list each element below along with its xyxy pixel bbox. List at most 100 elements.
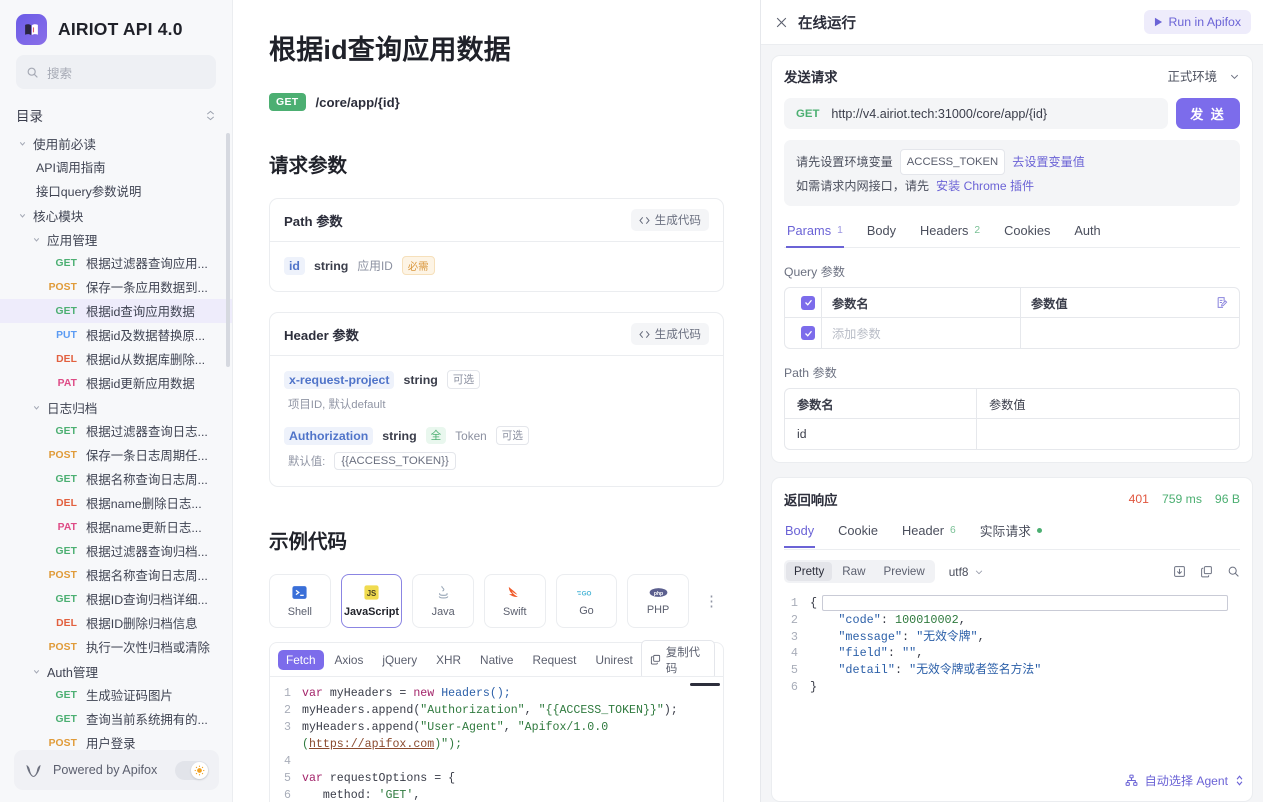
collapse-icon[interactable] <box>205 110 216 121</box>
copy-code-button[interactable]: 复制代码 <box>640 639 715 680</box>
sidebar-item-del-9[interactable]: DEL 根据id从数据库删除... <box>0 347 232 371</box>
language-tab-javascript[interactable]: JS JavaScript <box>340 574 403 628</box>
sidebar-item-del-20[interactable]: DEL 根据ID删除归档信息 <box>0 611 232 635</box>
url-input[interactable]: GET http://v4.airiot.tech:31000/core/app… <box>784 98 1168 129</box>
tab-Body[interactable]: Body <box>866 216 897 247</box>
agent-selector[interactable]: 自动选择 Agent <box>1116 767 1253 794</box>
sidebar-item-get-12[interactable]: GET 根据过滤器查询日志... <box>0 419 232 443</box>
tab-Cookies[interactable]: Cookies <box>1003 216 1051 247</box>
table-header-row: 参数名 参数值 <box>785 288 1239 318</box>
sidebar-item-API调用指南[interactable]: API调用指南 <box>0 155 232 179</box>
sidebar-item-get-23[interactable]: GET 生成验证码图片 <box>0 683 232 707</box>
sidebar-item-post-13[interactable]: POST 保存一条日志周期任... <box>0 443 232 467</box>
notice-prefix-1: 请先设置环境变量 <box>796 155 893 169</box>
encoding-select[interactable]: utf8 <box>949 565 985 579</box>
language-tab-shell[interactable]: Shell <box>269 574 331 628</box>
sidebar-item-get-14[interactable]: GET 根据名称查询日志周... <box>0 467 232 491</box>
response-tab-实际请求[interactable]: 实际请求 <box>979 514 1043 549</box>
request-tabs[interactable]: Params 1 Body Headers 2 Cookies Auth <box>784 216 1240 248</box>
sidebar-group-日志归档[interactable]: 日志归档 <box>0 395 232 419</box>
theme-toggle[interactable] <box>175 760 209 780</box>
save-icon[interactable] <box>1173 565 1186 578</box>
code-variant-native[interactable]: Native <box>472 650 521 670</box>
code-variant-xhr[interactable]: XHR <box>428 650 469 670</box>
format-raw[interactable]: Raw <box>834 562 873 581</box>
code-variant-unirest[interactable]: Unirest <box>587 650 640 670</box>
format-toggle-group[interactable]: Pretty Raw Preview <box>784 560 935 583</box>
sidebar-item-接口query参数说明[interactable]: 接口query参数说明 <box>0 179 232 203</box>
language-tab-go[interactable]: GO Go <box>555 574 618 628</box>
path-params-table[interactable]: 参数名 参数值 id <box>784 388 1240 450</box>
chevron-down-icon <box>974 567 984 577</box>
sidebar-item-get-19[interactable]: GET 根据ID查询归档详细... <box>0 587 232 611</box>
sidebar-item-get-17[interactable]: GET 根据过滤器查询归档... <box>0 539 232 563</box>
param-type: string <box>382 428 417 443</box>
response-tab-Header[interactable]: Header 6 <box>901 516 957 547</box>
tab-Auth[interactable]: Auth <box>1073 216 1101 247</box>
environment-select[interactable]: 正式环境 <box>1167 67 1240 85</box>
code-sample-block[interactable]: 1 var myHeaders = new Headers(); 2 myHeader… <box>269 676 724 802</box>
language-tab-php[interactable]: php PHP <box>627 574 689 628</box>
run-in-apifox-button[interactable]: Run in Apifox <box>1143 10 1251 34</box>
sidebar-item-pat-16[interactable]: PAT 根据name更新日志... <box>0 515 232 539</box>
copy-icon[interactable] <box>1200 565 1213 578</box>
tab-Params[interactable]: Params 1 <box>786 216 844 248</box>
sidebar-group-Auth管理[interactable]: Auth管理 <box>0 659 232 683</box>
close-icon[interactable] <box>775 16 788 29</box>
response-tab-Body[interactable]: Body <box>784 516 816 548</box>
code-variant-request[interactable]: Request <box>525 650 585 670</box>
code-scrollbar[interactable] <box>690 683 720 686</box>
set-variable-link[interactable]: 去设置变量值 <box>1012 151 1085 173</box>
sidebar-item-post-6[interactable]: POST 保存一条应用数据到... <box>0 275 232 299</box>
code-variant-fetch[interactable]: Fetch <box>278 649 324 670</box>
sidebar-group-应用管理[interactable]: 应用管理 <box>0 227 232 251</box>
code-variant-tabs[interactable]: Fetch Axios jQuery XHR Native Request Unirest <box>278 649 641 670</box>
format-pretty[interactable]: Pretty <box>786 562 833 581</box>
search-icon[interactable] <box>1227 565 1240 578</box>
powered-by-bar[interactable]: Powered by Apifox <box>14 750 219 790</box>
table-row[interactable]: 添加参数 <box>785 318 1239 348</box>
sidebar-item-post-18[interactable]: POST 根据名称查询日志周... <box>0 563 232 587</box>
row-checkbox[interactable] <box>801 326 815 340</box>
code-variant-axios[interactable]: Axios <box>327 650 372 670</box>
tab-label: Header <box>902 523 944 538</box>
format-preview[interactable]: Preview <box>875 562 932 581</box>
language-tab-swift[interactable]: Swift <box>483 574 546 628</box>
generate-code-button-path[interactable]: 生成代码 <box>630 209 709 231</box>
generate-code-button-header[interactable]: 生成代码 <box>630 323 709 345</box>
query-params-table[interactable]: 参数名 参数值 添加参数 <box>784 287 1240 349</box>
language-tabs[interactable]: Shell JS JavaScript Java Swift GO Go php PHP ⋮ <box>269 574 724 628</box>
sidebar-item-get-5[interactable]: GET 根据过滤器查询应用... <box>0 251 232 275</box>
param-name-input[interactable]: 添加参数 <box>821 318 1021 348</box>
code-line: 2 myHeaders.append("Authorization", "{{AC… <box>270 702 723 719</box>
language-tab-java[interactable]: Java <box>412 574 474 628</box>
sidebar-group-核心模块[interactable]: 核心模块 <box>0 203 232 227</box>
code-variant-jquery[interactable]: jQuery <box>374 650 425 670</box>
line-number: 4 <box>284 755 291 768</box>
param-value-input[interactable] <box>1021 318 1239 348</box>
sidebar-item-put-8[interactable]: PUT 根据id及数据替换原... <box>0 323 232 347</box>
response-tabs[interactable]: Body Cookie Header 6 实际请求 <box>784 514 1240 550</box>
send-button[interactable]: 发 送 <box>1176 98 1240 129</box>
table-row[interactable]: id <box>785 419 1239 449</box>
sidebar-item-get-7[interactable]: GET 根据id查询应用数据 <box>0 299 232 323</box>
sidebar-item-pat-10[interactable]: PAT 根据id更新应用数据 <box>0 371 232 395</box>
tab-badge: 2 <box>974 225 981 236</box>
install-chrome-plugin-link[interactable]: 安装 Chrome 插件 <box>936 175 1034 197</box>
sidebar-tree[interactable]: 使用前必读 API调用指南 接口query参数说明 核心模块 应用管理 GET 根据过滤器查… <box>0 131 232 802</box>
sidebar-scrollbar[interactable] <box>226 133 230 367</box>
response-tab-Cookie[interactable]: Cookie <box>837 516 879 547</box>
response-body-json[interactable]: 1{2 "code": 100010002, 3 "message": "无效令牌… <box>784 591 1240 789</box>
search-input[interactable]: 搜索 <box>16 55 216 89</box>
select-all-checkbox[interactable] <box>801 295 815 310</box>
sidebar-item-get-24[interactable]: GET 查询当前系统拥有的... <box>0 707 232 731</box>
sidebar-item-post-21[interactable]: POST 执行一次性归档或清除 <box>0 635 232 659</box>
sidebar-group-使用前必读[interactable]: 使用前必读 <box>0 131 232 155</box>
method-label: PAT <box>57 521 77 533</box>
code-line: 1 var myHeaders = new Headers(); <box>270 685 723 702</box>
runner-notice: 请先设置环境变量 ACCESS_TOKEN 去设置变量值 如需请求内网接口，请先… <box>784 140 1240 206</box>
tab-Headers[interactable]: Headers 2 <box>919 216 981 247</box>
sidebar-item-del-15[interactable]: DEL 根据name删除日志... <box>0 491 232 515</box>
bulk-edit-icon[interactable] <box>1216 296 1229 309</box>
more-vertical-icon[interactable]: ⋮ <box>699 574 724 628</box>
